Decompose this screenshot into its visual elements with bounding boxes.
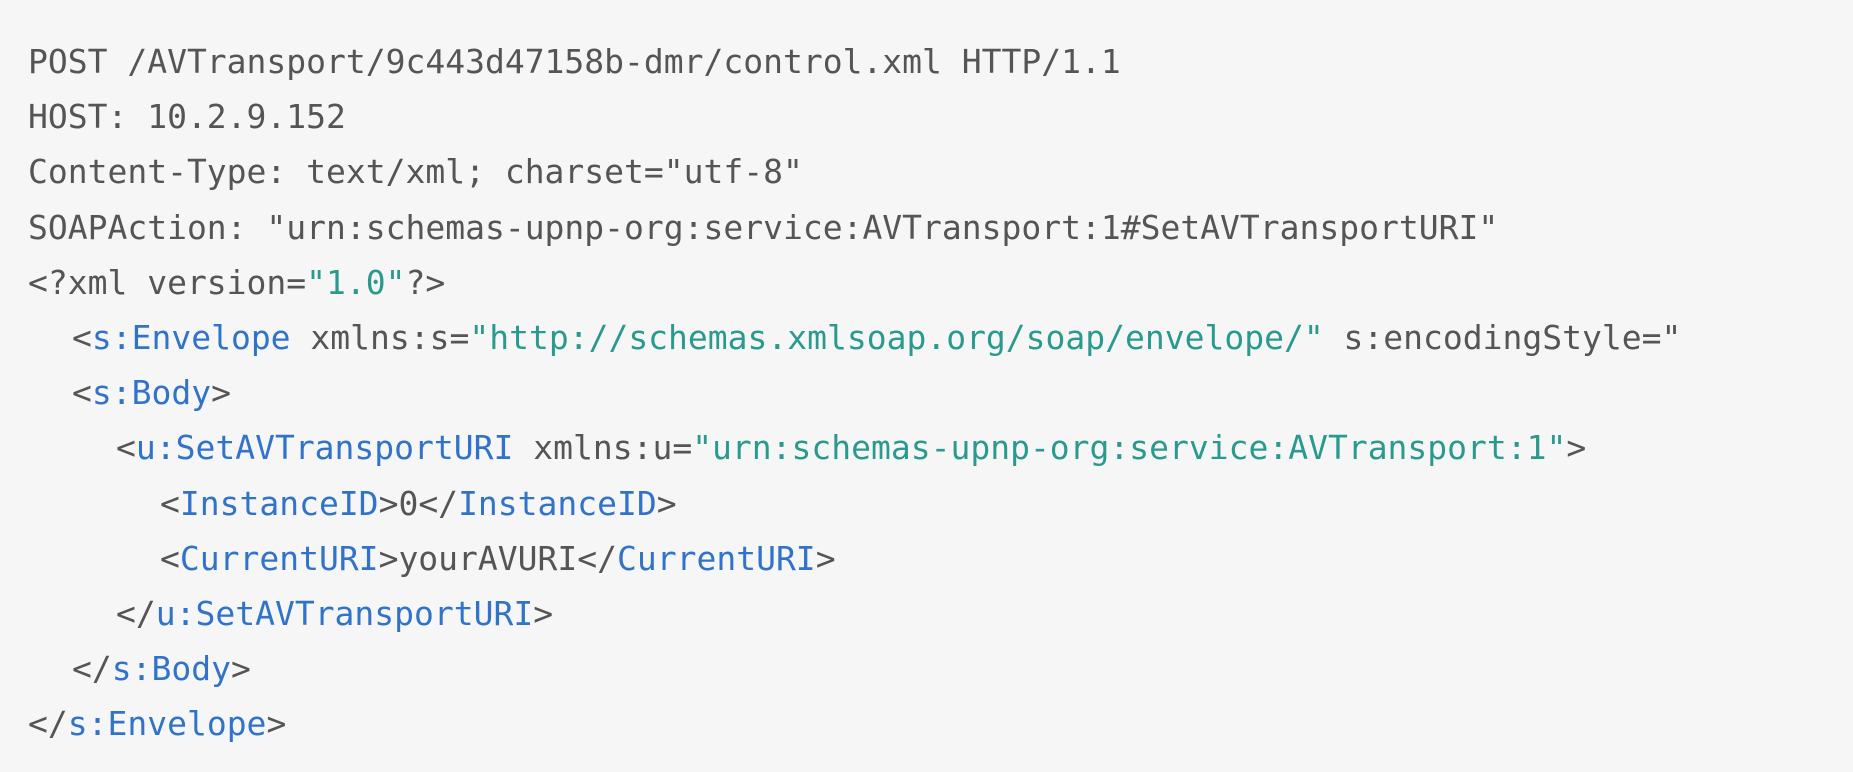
xml-declaration: <?xml version="1.0"?> [28,255,1853,310]
lt-bracket: < [116,428,136,468]
instanceid-open-tag: InstanceID [179,483,379,523]
action-open-line: <u:SetAVTransportURI xmlns:u="urn:schema… [28,420,1853,475]
gt-bracket: > [211,373,231,413]
lt-slash: </ [72,649,112,689]
lt-bracket: < [72,317,92,357]
action-xmlns-value: "urn:schemas-upnp-org:service:AVTranspor… [692,428,1567,468]
xml-decl-close: ?> [405,262,446,302]
http-content-type-header: Content-Type: text/xml; charset="utf-8" [28,152,803,192]
gt-bracket: > [378,483,399,523]
http-host-header: HOST: 10.2.9.152 [28,97,346,137]
http-request-line: POST /AVTransport/9c443d47158b-dmr/contr… [28,42,1121,81]
envelope-open-line: <s:Envelope xmlns:s="http://schemas.xmls… [28,310,1853,365]
envelope-close-tag: s:Envelope [67,704,267,744]
envelope-encoding-attr: s:encodingStyle=" [1323,317,1682,357]
currenturi-close-tag: CurrentURI [617,538,816,578]
lt-slash: </ [116,593,156,633]
gt-bracket: > [533,593,554,633]
action-tag: u:SetAVTransportURI [135,428,514,468]
envelope-xmlns-attr: xmlns:s= [290,317,470,357]
gt-bracket: > [266,704,287,744]
gt-bracket: > [815,538,836,578]
lt-bracket: < [160,538,180,578]
action-xmlns-attr: xmlns:u= [513,428,693,468]
envelope-xmlns-value: "http://schemas.xmlsoap.org/soap/envelop… [469,317,1324,357]
xml-decl-open: <?xml version= [28,262,307,302]
instanceid-close-tag: InstanceID [458,483,657,523]
http-soapaction-header: SOAPAction: "urn:schemas-upnp-org:servic… [28,207,1499,247]
lt-bracket: < [160,483,180,523]
body-open-line: <s:Body> [28,365,1853,420]
envelope-tag: s:Envelope [91,317,291,357]
lt-slash: </ [28,704,68,744]
gt-bracket: > [656,483,677,523]
instanceid-value: 0 [398,483,419,523]
body-tag: s:Body [91,373,212,413]
currenturi-line: <CurrentURI>yourAVURI</CurrentURI> [28,531,1853,586]
gt-bracket: > [378,538,399,578]
envelope-close-line: </s:Envelope> [28,696,1853,751]
action-close-line: </u:SetAVTransportURI> [28,586,1853,641]
body-close-tag: s:Body [111,649,231,689]
currenturi-value: yourAVURI [398,538,578,578]
lt-bracket: < [72,373,92,413]
lt-slash: </ [418,483,459,523]
gt-bracket: > [230,649,251,689]
lt-slash: </ [577,538,617,578]
instanceid-line: <InstanceID>0</InstanceID> [28,476,1853,531]
xml-decl-version: "1.0" [306,262,406,302]
gt-bracket: > [1566,428,1587,468]
currenturi-open-tag: CurrentURI [179,538,379,578]
code-block: POST /AVTransport/9c443d47158b-dmr/contr… [0,0,1853,772]
action-close-tag: u:SetAVTransportURI [155,593,534,633]
body-close-line: </s:Body> [28,641,1853,696]
